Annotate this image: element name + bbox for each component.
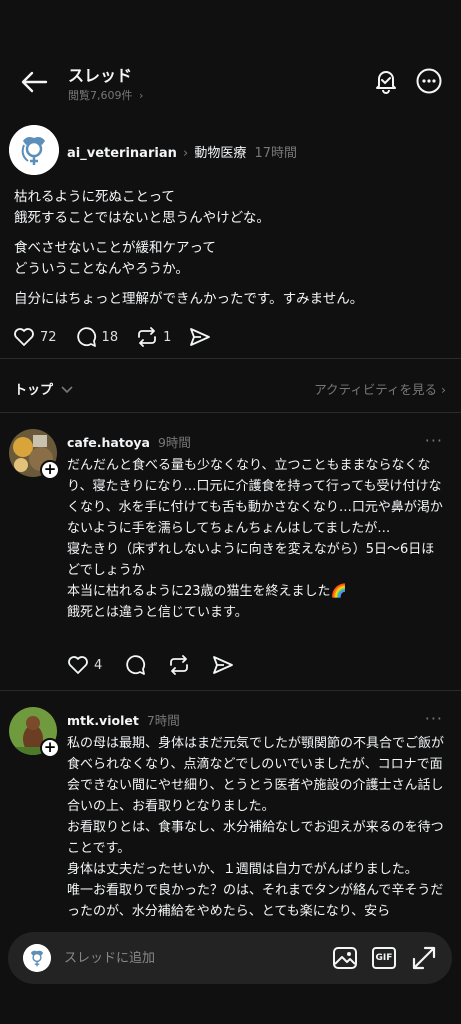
back-arrow-icon[interactable] — [20, 70, 48, 94]
reply-username[interactable]: mtk.violet — [67, 713, 139, 728]
post-paragraph-1: 枯れるように死ぬことって 餓死することではないと思うんやけどな。 — [14, 189, 270, 226]
reply-like-count: 4 — [94, 657, 103, 673]
post-actions: 72 18 1 — [13, 325, 234, 349]
vet-logo-icon — [9, 125, 59, 175]
author-username[interactable]: ai_veterinarian — [67, 146, 177, 161]
post-time: 17時間 — [254, 146, 298, 161]
topic-chevron: › — [182, 146, 189, 161]
reply-comment-button[interactable] — [124, 654, 146, 676]
reply-author-line: cafe.hatoya 9時間 — [67, 432, 191, 451]
topic-tag[interactable]: 動物医療 — [194, 146, 246, 161]
reply-like-button[interactable]: 4 — [67, 655, 102, 675]
divider — [0, 358, 461, 359]
page-title: スレッド — [68, 66, 133, 85]
reply-time: 9時間 — [157, 435, 191, 450]
heart-icon — [68, 656, 88, 674]
sort-label: トップ — [14, 383, 54, 398]
post-paragraph-2: 食べさせないことが緩和ケアって どういうことなんやろうか。 — [14, 240, 216, 277]
view-count[interactable]: 閲覧7,609件 › — [68, 87, 143, 103]
like-button[interactable]: 72 — [13, 327, 57, 347]
divider — [0, 690, 461, 691]
author-line: ai_veterinarian › 動物医療 17時間 — [67, 142, 297, 161]
comment-count: 18 — [101, 329, 119, 345]
send-icon — [190, 328, 211, 346]
view-count-chevron: › — [139, 89, 144, 102]
image-button[interactable] — [330, 943, 360, 973]
reply-more-icon[interactable]: ··· — [425, 709, 443, 728]
sort-dropdown[interactable]: トップ — [14, 379, 73, 398]
follow-plus-badge[interactable]: + — [40, 460, 60, 480]
repost-count: 1 — [163, 329, 172, 345]
reply-author-line: mtk.violet 7時間 — [67, 710, 180, 729]
expand-button[interactable] — [409, 943, 439, 973]
reply-time: 7時間 — [146, 713, 180, 728]
activity-link[interactable]: アクティビティを見る › — [314, 379, 446, 398]
composer-avatar — [23, 944, 51, 972]
reply-text: だんだんと食べる量も少なくなり、立つこともままならなくなり、寝たきりになり…口元… — [67, 458, 443, 620]
view-count-label: 閲覧7,609件 — [68, 89, 133, 102]
divider — [0, 412, 461, 413]
repost-icon — [170, 655, 189, 675]
reply-input[interactable] — [64, 947, 294, 969]
image-icon — [333, 947, 357, 969]
reply-composer: GIF — [8, 932, 452, 984]
repost-button[interactable]: 1 — [136, 327, 171, 347]
comment-icon — [126, 655, 146, 675]
reply-actions: 4 — [67, 654, 256, 676]
send-icon — [213, 656, 234, 674]
heart-icon — [14, 328, 34, 346]
sort-bar: トップ アクティビティを見る › — [14, 377, 446, 399]
comment-icon — [76, 327, 96, 347]
follow-plus-badge[interactable]: + — [40, 738, 60, 758]
reply-more-icon[interactable]: ··· — [425, 431, 443, 450]
author-avatar[interactable] — [9, 125, 59, 175]
more-options-icon[interactable] — [416, 68, 442, 94]
bell-icon[interactable] — [373, 68, 399, 94]
reply-text: 私の母は最期、身体はまだ元気でしたが顎関節の不具合でご飯が食べられなくなり、点滴… — [67, 736, 445, 919]
reply-repost-button[interactable] — [168, 655, 190, 675]
expand-icon — [412, 946, 436, 970]
share-button[interactable] — [189, 327, 216, 347]
reply-username[interactable]: cafe.hatoya — [67, 435, 150, 450]
gif-icon: GIF — [372, 947, 396, 969]
comment-button[interactable]: 18 — [75, 326, 119, 348]
repost-icon — [138, 327, 156, 347]
like-count: 72 — [40, 329, 57, 345]
top-bar: スレッド 閲覧7,609件 › — [0, 58, 461, 106]
post-paragraph-3: 自分にはちょっと理解ができんかったです。すみません。 — [14, 291, 364, 307]
vet-logo-icon — [23, 944, 51, 972]
reply-share-button[interactable] — [212, 655, 234, 675]
chevron-down-icon — [60, 386, 73, 394]
gif-button[interactable]: GIF — [369, 943, 399, 973]
